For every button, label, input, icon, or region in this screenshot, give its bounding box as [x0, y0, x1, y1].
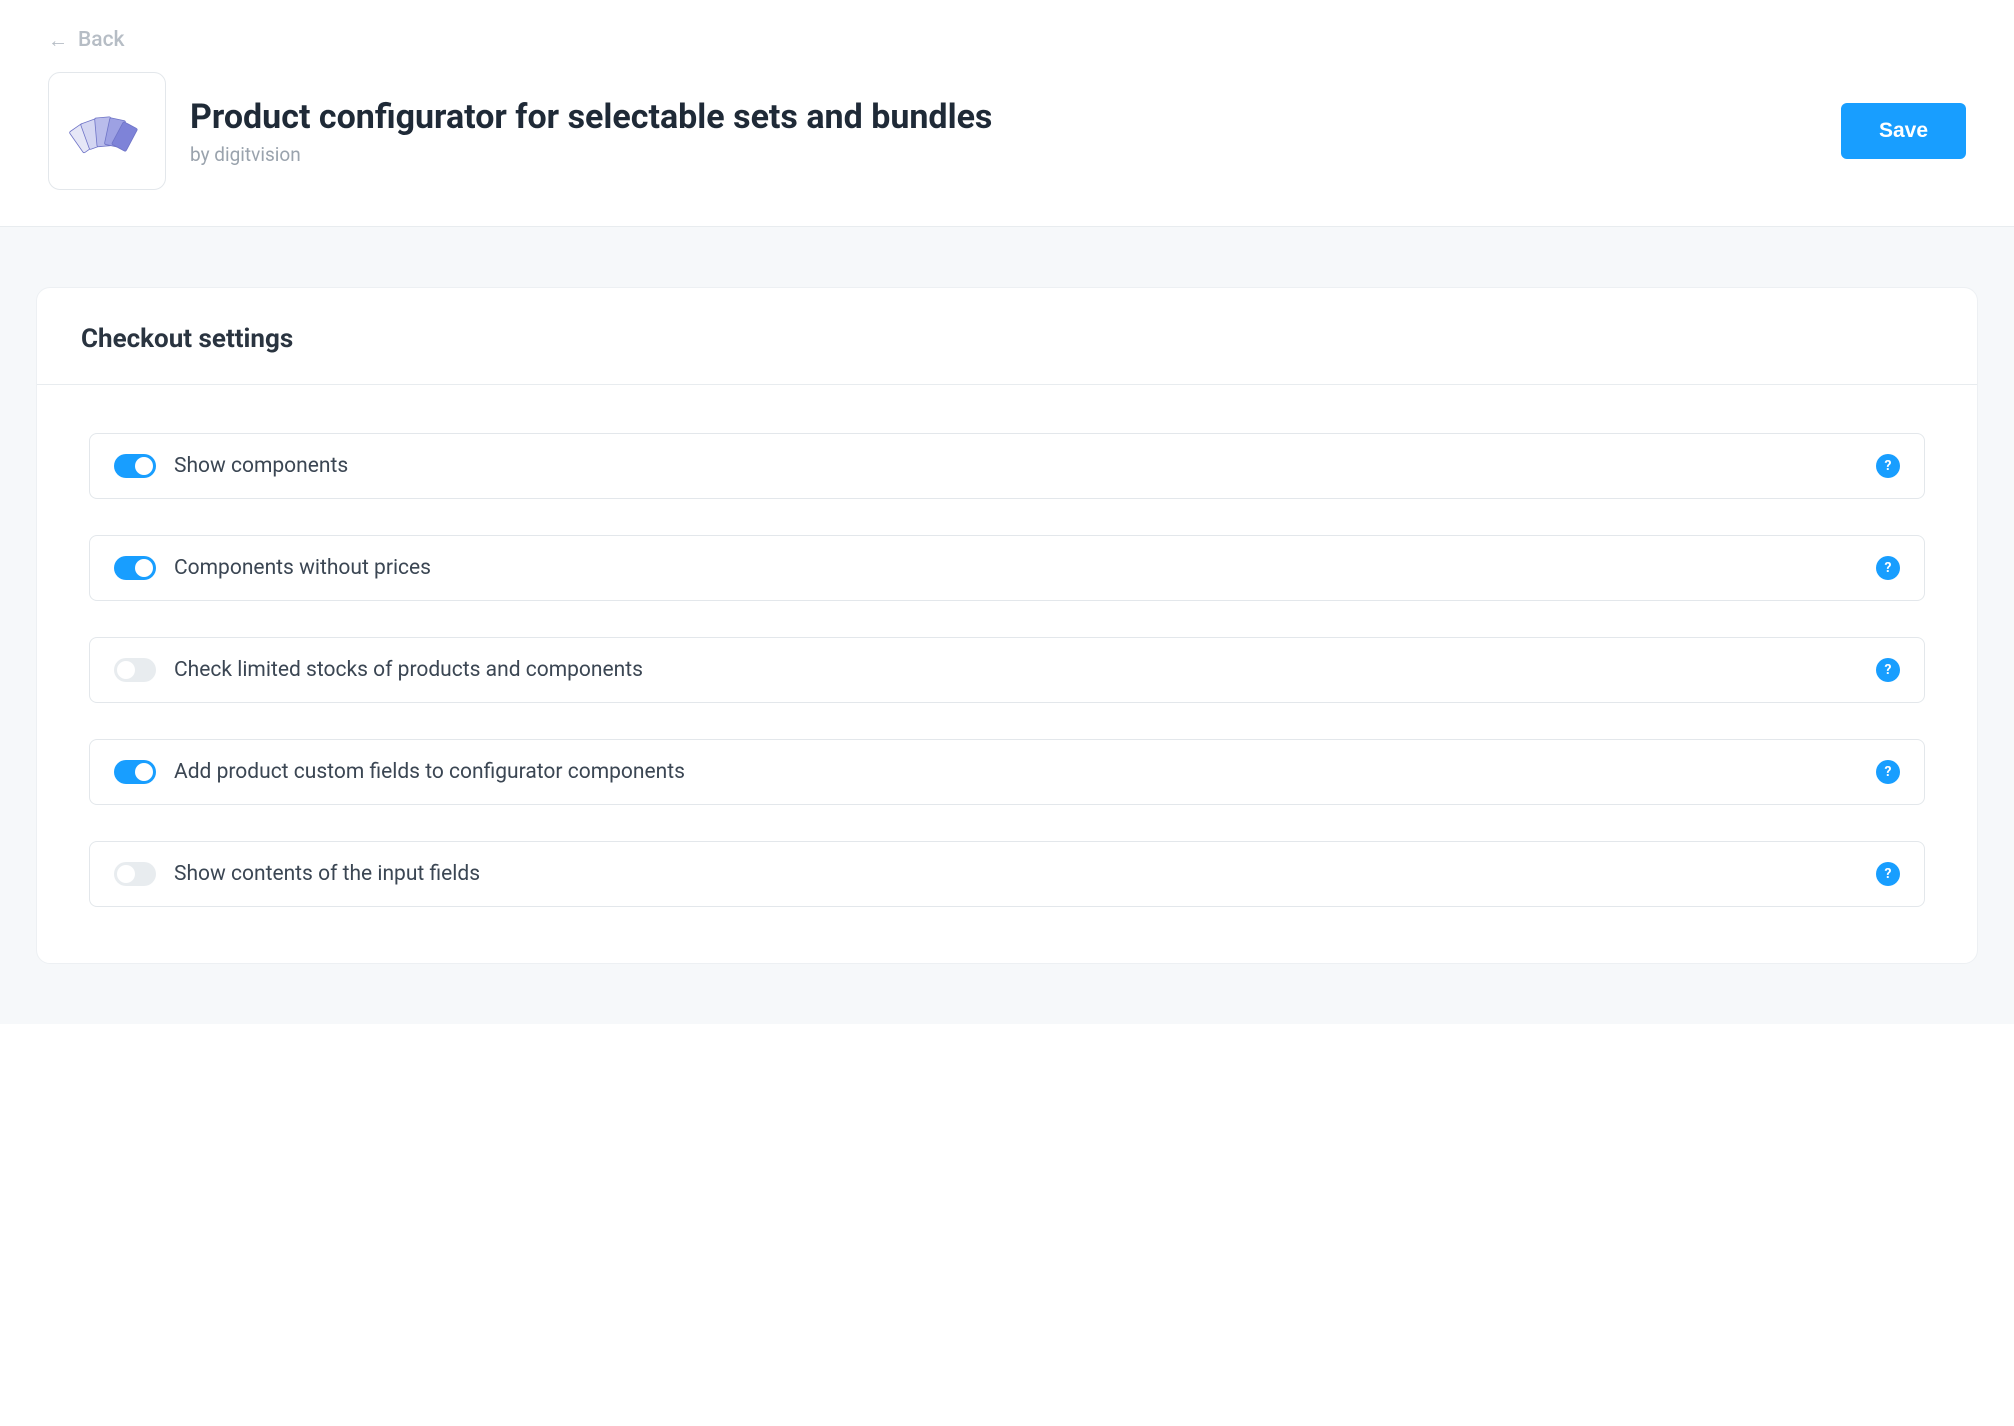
help-icon[interactable]: ?	[1876, 454, 1900, 478]
header: Product configurator for selectable sets…	[0, 52, 2014, 227]
card-body: Show components?Components without price…	[37, 385, 1977, 963]
vendor-name: digitvision	[214, 143, 300, 166]
toggle-knob	[117, 661, 135, 679]
toggle-knob	[135, 457, 153, 475]
toggle-switch[interactable]	[114, 556, 156, 580]
setting-label: Show components	[174, 454, 1858, 478]
help-icon[interactable]: ?	[1876, 658, 1900, 682]
toggle-knob	[135, 763, 153, 781]
fan-cards-icon	[67, 101, 147, 161]
setting-row: Show contents of the input fields?	[89, 841, 1925, 907]
vendor-line: by digitvision	[190, 143, 1817, 166]
card-title: Checkout settings	[81, 324, 1933, 354]
toggle-switch[interactable]	[114, 760, 156, 784]
toggle-switch[interactable]	[114, 862, 156, 886]
page-root: ← Back Product configurator for selectab…	[0, 0, 2014, 1024]
app-icon	[48, 72, 166, 190]
setting-label: Check limited stocks of products and com…	[174, 658, 1858, 682]
setting-row: Show components?	[89, 433, 1925, 499]
page-title: Product configurator for selectable sets…	[190, 97, 1817, 137]
header-text: Product configurator for selectable sets…	[190, 97, 1817, 166]
toggle-knob	[135, 559, 153, 577]
settings-card: Checkout settings Show components?Compon…	[36, 287, 1978, 964]
arrow-left-icon: ←	[48, 30, 68, 50]
card-header: Checkout settings	[37, 288, 1977, 385]
setting-label: Components without prices	[174, 556, 1858, 580]
help-icon[interactable]: ?	[1876, 760, 1900, 784]
back-label: Back	[78, 28, 125, 52]
setting-row: Components without prices?	[89, 535, 1925, 601]
save-button[interactable]: Save	[1841, 103, 1966, 159]
help-icon[interactable]: ?	[1876, 862, 1900, 886]
toggle-switch[interactable]	[114, 658, 156, 682]
toggle-knob	[117, 865, 135, 883]
setting-label: Add product custom fields to configurato…	[174, 760, 1858, 784]
setting-label: Show contents of the input fields	[174, 862, 1858, 886]
back-link[interactable]: ← Back	[48, 28, 125, 52]
topbar: ← Back	[0, 0, 2014, 52]
help-icon[interactable]: ?	[1876, 556, 1900, 580]
toggle-switch[interactable]	[114, 454, 156, 478]
vendor-prefix: by	[190, 143, 214, 166]
setting-row: Add product custom fields to configurato…	[89, 739, 1925, 805]
content-area: Checkout settings Show components?Compon…	[0, 227, 2014, 1024]
setting-row: Check limited stocks of products and com…	[89, 637, 1925, 703]
